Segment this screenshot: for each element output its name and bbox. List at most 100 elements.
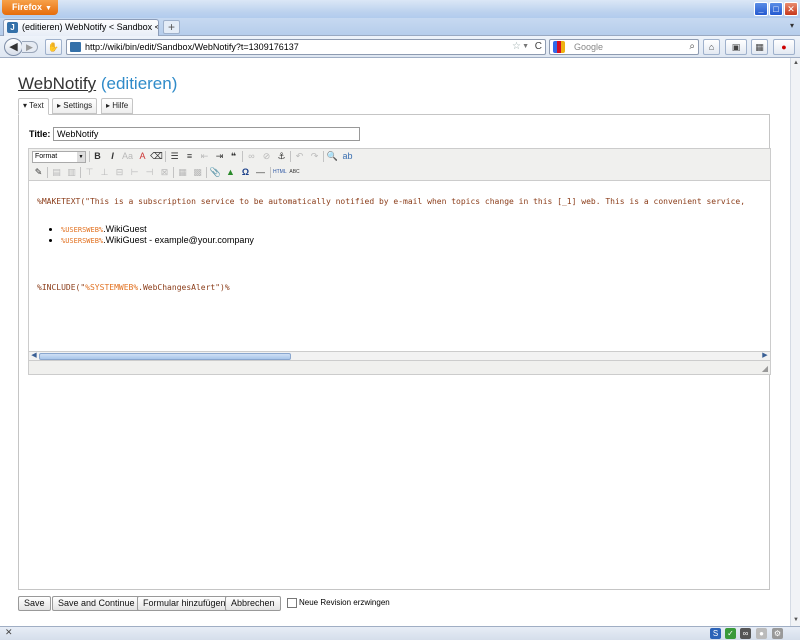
firefox-menu-label: Firefox bbox=[12, 2, 43, 12]
find-icon[interactable]: 🔍 bbox=[326, 150, 339, 163]
unlink-icon[interactable]: ⊘ bbox=[260, 150, 273, 163]
tab-text[interactable]: ▾ Text bbox=[18, 98, 49, 115]
blockquote-icon[interactable]: ❝ bbox=[227, 150, 240, 163]
redo-icon[interactable]: ↷ bbox=[308, 150, 321, 163]
special-char-icon[interactable]: Ω bbox=[239, 166, 252, 179]
chevron-down-icon: ▼ bbox=[77, 152, 85, 162]
insert-col-before-icon[interactable]: ⊢ bbox=[128, 166, 141, 179]
maketext-line: %MAKETEXT("This is a subscription servic… bbox=[37, 197, 746, 206]
insert-row-after-icon[interactable]: ⊥ bbox=[98, 166, 111, 179]
skype-icon[interactable]: S bbox=[710, 628, 721, 639]
insert-col-after-icon[interactable]: ⊣ bbox=[143, 166, 156, 179]
anchor-icon[interactable]: ⚓ bbox=[275, 150, 288, 163]
italic-icon[interactable]: I bbox=[106, 150, 119, 163]
force-revision-checkbox[interactable] bbox=[287, 598, 297, 608]
table-props-icon[interactable]: ▥ bbox=[65, 166, 78, 179]
merge-cells-icon[interactable]: ▩ bbox=[191, 166, 204, 179]
replace-icon[interactable]: ab bbox=[341, 150, 354, 163]
list-item: %USERSWEB%.WikiGuest bbox=[61, 224, 254, 234]
format-label: Format bbox=[35, 153, 58, 160]
home-icon[interactable]: ⌂ bbox=[703, 39, 720, 55]
chevron-down-icon: ▼ bbox=[45, 5, 52, 12]
add-form-button[interactable]: Formular hinzufügen bbox=[137, 596, 232, 611]
screenshot-icon[interactable]: ▣ bbox=[725, 39, 747, 55]
title-label: Title: bbox=[29, 129, 51, 139]
reload-icon[interactable]: C bbox=[535, 40, 542, 54]
navigation-bar: ◀ ▶ ✋ http://wiki/bin/edit/Sandbox/WebNo… bbox=[0, 36, 800, 58]
page-vertical-scrollbar[interactable]: ▲ ▼ bbox=[790, 58, 800, 626]
tab-hilfe[interactable]: ▸ Hilfe bbox=[101, 98, 134, 114]
scroll-up-icon[interactable]: ▲ bbox=[792, 59, 800, 68]
tab-settings[interactable]: ▸ Settings bbox=[52, 98, 98, 114]
scroll-thumb[interactable] bbox=[39, 353, 291, 360]
font-size-icon[interactable]: Aa bbox=[121, 150, 134, 163]
link-icon[interactable]: ∞ bbox=[245, 150, 258, 163]
check-icon[interactable]: ✓ bbox=[725, 628, 736, 639]
site-identity-icon[interactable] bbox=[70, 42, 81, 52]
cancel-button[interactable]: Abbrechen bbox=[225, 596, 281, 611]
close-addon-bar-icon[interactable]: ✕ bbox=[5, 627, 13, 638]
horizontal-rule-icon[interactable]: — bbox=[254, 166, 267, 179]
topic-link[interactable]: WebNotify bbox=[18, 74, 96, 93]
table-icon[interactable]: ▤ bbox=[50, 166, 63, 179]
userweb-var: %USERSWEB% bbox=[61, 226, 104, 234]
google-icon[interactable] bbox=[553, 41, 565, 53]
status-dot-icon[interactable]: ● bbox=[756, 628, 767, 639]
browser-tab[interactable]: J (editieren) WebNotify < Sandbox < JAQU… bbox=[3, 19, 159, 36]
window-titlebar: Firefox ▼ _ □ ✕ bbox=[0, 0, 800, 20]
remove-format-icon[interactable]: ⌫ bbox=[150, 150, 163, 163]
editor-toolbar: Format ▼ B I Aa A ⌫ ☰ ≡ ⇤ ⇥ ❝ ∞ ⊘ ⚓ ↶ ↷ 🔍… bbox=[28, 148, 771, 181]
star-icon[interactable]: ☆ bbox=[512, 40, 521, 54]
undo-icon[interactable]: ↶ bbox=[293, 150, 306, 163]
new-tab-button[interactable]: + bbox=[163, 20, 180, 34]
back-arrow-icon[interactable]: ◀ bbox=[4, 38, 23, 56]
editor-content[interactable]: %MAKETEXT("This is a subscription servic… bbox=[28, 181, 771, 351]
userweb-var: %USERSWEB% bbox=[61, 237, 104, 245]
resize-grip-icon[interactable]: ◢ bbox=[762, 364, 768, 373]
tab-title: (editieren) WebNotify < Sandbox < JAQUET… bbox=[22, 22, 158, 32]
list-item: %USERSWEB%.WikiGuest - example@your.comp… bbox=[61, 235, 254, 245]
delete-row-icon[interactable]: ⊟ bbox=[113, 166, 126, 179]
adblock-icon[interactable]: ● bbox=[773, 39, 795, 55]
tab-list-chevron-icon[interactable]: ▾ bbox=[790, 21, 794, 30]
numbered-list-icon[interactable]: ≡ bbox=[183, 150, 196, 163]
url-bar[interactable]: http://wiki/bin/edit/Sandbox/WebNotify?t… bbox=[66, 39, 546, 55]
font-color-icon[interactable]: A bbox=[136, 150, 149, 163]
format-select[interactable]: Format ▼ bbox=[32, 151, 86, 163]
insert-row-before-icon[interactable]: ⊤ bbox=[83, 166, 96, 179]
save-button[interactable]: Save bbox=[18, 596, 51, 611]
bullet-list-icon[interactable]: ☰ bbox=[168, 150, 181, 163]
html-icon[interactable]: HTML bbox=[273, 166, 287, 179]
scroll-right-icon[interactable]: ▶ bbox=[761, 352, 769, 360]
systemweb-var: %SYSTEMWEB% bbox=[85, 283, 139, 292]
bold-icon[interactable]: B bbox=[91, 150, 104, 163]
attach-icon[interactable]: 📎 bbox=[209, 166, 222, 179]
binoculars-icon[interactable]: ∞ bbox=[740, 628, 751, 639]
search-input[interactable]: Google ⌕ bbox=[549, 39, 699, 55]
close-button[interactable]: ✕ bbox=[784, 2, 798, 16]
firefox-menu-button[interactable]: Firefox ▼ bbox=[2, 0, 58, 15]
split-cells-icon[interactable]: ▦ bbox=[176, 166, 189, 179]
edit-source-icon[interactable]: ✎ bbox=[32, 166, 45, 179]
delete-col-icon[interactable]: ⊠ bbox=[158, 166, 171, 179]
settings-icon[interactable]: ⚙ bbox=[772, 628, 783, 639]
outdent-icon[interactable]: ⇤ bbox=[198, 150, 211, 163]
save-and-continue-button[interactable]: Save and Continue bbox=[52, 596, 141, 611]
forward-arrow-icon[interactable]: ▶ bbox=[22, 41, 38, 53]
scroll-down-icon[interactable]: ▼ bbox=[792, 616, 800, 625]
scroll-left-icon[interactable]: ◀ bbox=[30, 352, 38, 360]
indent-icon[interactable]: ⇥ bbox=[213, 150, 226, 163]
url-dropdown-icon[interactable]: ▼ bbox=[522, 40, 529, 54]
wiki-text-icon[interactable]: ABC bbox=[288, 166, 301, 179]
minimize-button[interactable]: _ bbox=[754, 2, 768, 16]
insert-image-icon[interactable]: ▲ bbox=[224, 166, 237, 179]
grid-icon[interactable]: ▦ bbox=[751, 39, 768, 55]
addon-icon[interactable]: ✋ bbox=[45, 39, 62, 55]
editor-horizontal-scrollbar[interactable]: ◀ ▶ bbox=[28, 351, 771, 361]
title-field[interactable]: WebNotify bbox=[53, 127, 360, 141]
maximize-button[interactable]: □ bbox=[769, 2, 783, 16]
search-icon[interactable]: ⌕ bbox=[689, 40, 695, 54]
include-suffix: .WebChangesAlert")% bbox=[138, 283, 230, 292]
tab-strip: J (editieren) WebNotify < Sandbox < JAQU… bbox=[0, 18, 800, 36]
wiki-favicon-icon: J bbox=[7, 22, 18, 33]
